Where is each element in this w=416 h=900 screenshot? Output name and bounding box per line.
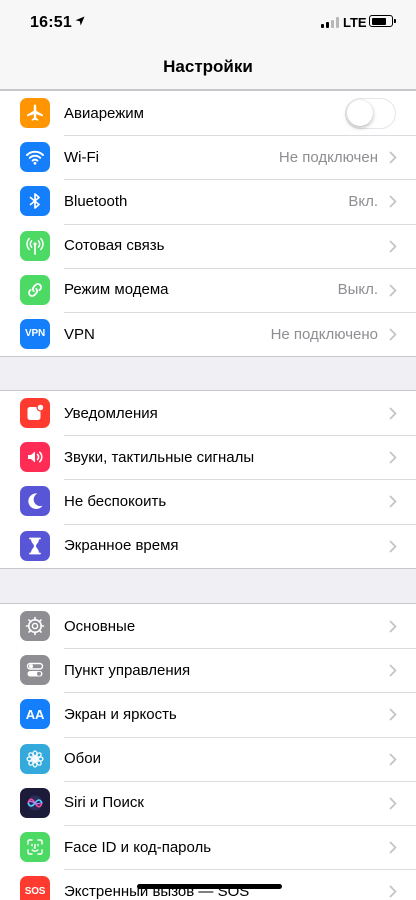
- battery-level: [371, 17, 386, 25]
- row-value: Выкл.: [337, 281, 378, 299]
- signal-bar: [321, 24, 324, 28]
- row-label: Звуки, тактильные сигналы: [64, 448, 255, 466]
- cellular-signal-icon: [321, 17, 339, 28]
- row-label: Режим модема: [64, 281, 169, 299]
- flower-icon: [20, 743, 50, 774]
- toggle-knob: [347, 100, 373, 126]
- chevron-right-icon: [389, 495, 397, 508]
- chevron-right-icon: [389, 328, 397, 341]
- chevron-right-icon: [389, 195, 397, 208]
- bluetooth-icon: [20, 186, 50, 217]
- row-label: Wi-Fi: [64, 148, 99, 166]
- chevron-right-icon: [389, 753, 397, 765]
- signal-bar: [326, 22, 329, 28]
- location-arrow-icon: [75, 16, 85, 26]
- chevron-right-icon: [389, 284, 397, 297]
- link-icon: [20, 274, 50, 305]
- row-label: Не беспокоить: [64, 492, 167, 510]
- row-label: Bluetooth: [64, 192, 128, 210]
- chevron-right-icon: [389, 540, 397, 552]
- chevron-right-icon: [389, 451, 397, 464]
- signal-bar: [336, 17, 339, 28]
- row-value: Вкл.: [348, 192, 378, 210]
- row-label: Основные: [64, 617, 136, 635]
- row-label: Сотовая связь: [64, 237, 165, 255]
- signal-bar: [331, 19, 334, 28]
- row-label: Face ID и код-пароль: [64, 838, 212, 856]
- settings-row-vpn[interactable]: VPN VPN Не подключено: [0, 311, 416, 356]
- settings-row-text-size[interactable]: AA Экран и яркость: [0, 692, 416, 736]
- network-type: LTE: [343, 15, 367, 30]
- row-label: Экран и яркость: [64, 705, 177, 723]
- chevron-right-icon: [389, 240, 397, 252]
- settings-row-link[interactable]: Режим модема Выкл.: [0, 267, 416, 312]
- page-title: Настройки: [163, 57, 253, 76]
- airplane-icon: [20, 98, 50, 128]
- speaker-icon: [20, 442, 50, 473]
- hourglass-icon: [20, 530, 50, 561]
- row-label: Экранное время: [64, 537, 179, 555]
- settings-row-bluetooth[interactable]: Bluetooth Вкл.: [0, 179, 416, 223]
- settings-row-siri[interactable]: Siri и Поиск: [0, 780, 416, 825]
- siri-icon: [20, 787, 50, 818]
- settings-group: Основные Пункт управления AA Экран и яркост…: [0, 603, 416, 900]
- antenna-icon: [20, 230, 50, 261]
- moon-icon: [20, 486, 50, 517]
- chevron-right-icon: [389, 620, 397, 633]
- home-indicator[interactable]: [137, 884, 282, 889]
- chevron-right-icon: [389, 407, 397, 420]
- chevron-right-icon: [389, 797, 397, 810]
- status-time: 16:51: [30, 14, 72, 31]
- vpn-icon: VPN: [20, 318, 50, 349]
- settings-row-face-id[interactable]: Face ID и код-пароль: [0, 824, 416, 869]
- settings-group: Уведомления Звуки, тактильные сигналы Не б…: [0, 390, 416, 569]
- settings-row-speaker[interactable]: Звуки, тактильные сигналы: [0, 435, 416, 479]
- settings-row-moon[interactable]: Не беспокоить: [0, 479, 416, 523]
- chevron-right-icon: [389, 151, 397, 164]
- settings-row-flower[interactable]: Обои: [0, 736, 416, 781]
- status-bar: 16:51 LTE: [0, 0, 416, 44]
- row-value: Не подключен: [278, 148, 378, 166]
- row-value: Не подключено: [270, 325, 378, 343]
- text-size-icon: AA: [20, 699, 50, 730]
- row-label: VPN: [64, 325, 95, 343]
- wifi-icon: [20, 142, 50, 173]
- row-label: Обои: [64, 750, 101, 768]
- airplane-mode-toggle[interactable]: [345, 98, 396, 129]
- settings-row-notifications[interactable]: Уведомления: [0, 391, 416, 435]
- row-label: Уведомления: [64, 404, 158, 422]
- chevron-right-icon: [389, 885, 397, 898]
- settings-row-wifi[interactable]: Wi-Fi Не подключен: [0, 135, 416, 179]
- switches-icon: [20, 655, 50, 686]
- row-label: Авиарежим: [64, 104, 144, 122]
- notifications-icon: [20, 398, 50, 428]
- settings-row-antenna[interactable]: Сотовая связь: [0, 223, 416, 268]
- row-label: Пункт управления: [64, 661, 191, 679]
- chevron-right-icon: [389, 841, 397, 854]
- settings-row-switches[interactable]: Пункт управления: [0, 648, 416, 692]
- face-id-icon: [20, 831, 50, 862]
- settings-row-gear[interactable]: Основные: [0, 604, 416, 648]
- settings-row-hourglass[interactable]: Экранное время: [0, 523, 416, 568]
- gear-icon: [20, 611, 50, 641]
- battery-icon: [369, 15, 396, 27]
- sos-icon: SOS: [20, 876, 50, 900]
- navigation-bar: Настройки: [0, 44, 416, 90]
- chevron-right-icon: [389, 664, 397, 677]
- settings-group: Авиарежим Wi-Fi Не подключен Bluetooth Вкл. С…: [0, 90, 416, 358]
- row-label: Siri и Поиск: [64, 794, 144, 812]
- chevron-right-icon: [389, 708, 397, 721]
- settings-row-airplane[interactable]: Авиарежим: [0, 91, 416, 135]
